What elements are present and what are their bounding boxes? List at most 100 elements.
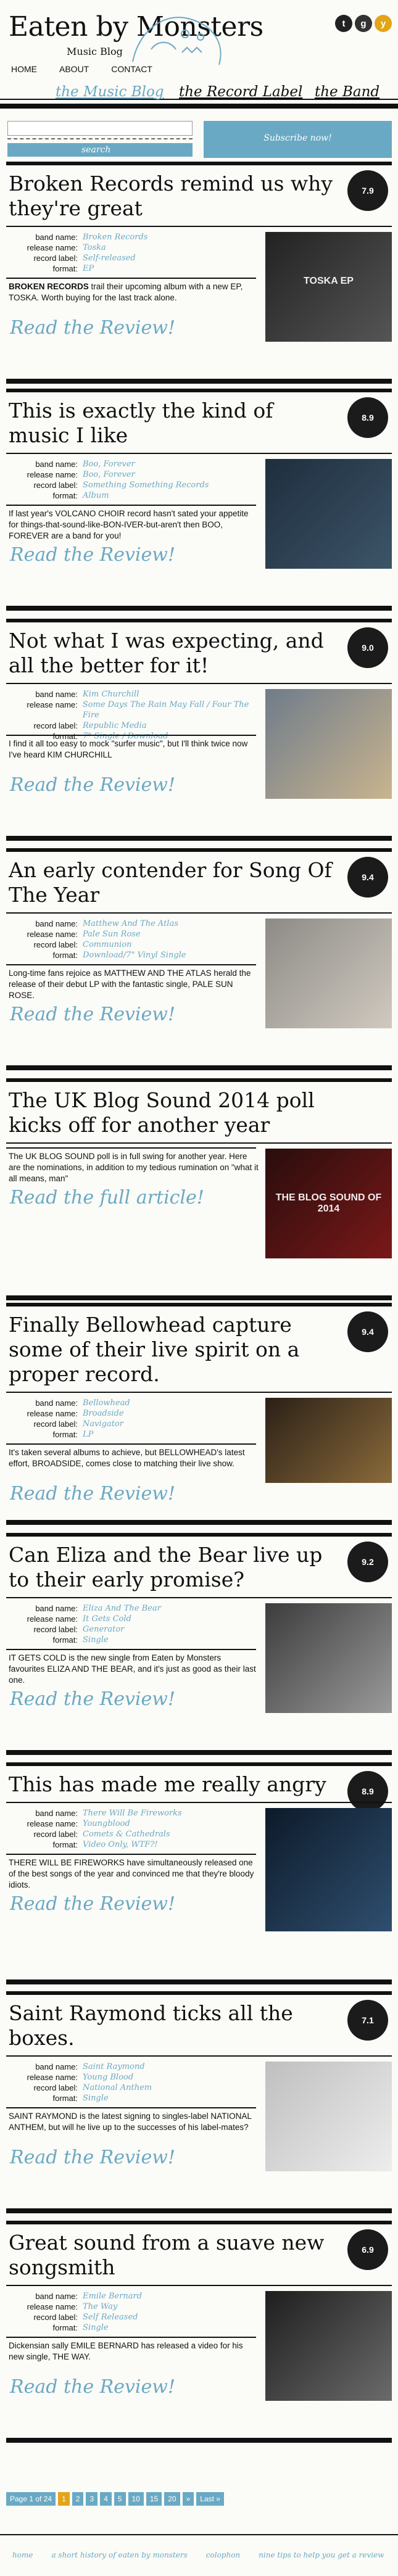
record-label[interactable]: Republic Media [83,720,146,731]
release-name[interactable]: Young Blood [83,2072,133,2083]
read-more-link[interactable]: Read the Review! [10,774,175,796]
footer-history[interactable]: a short history of eaten by monsters [51,2551,187,2559]
release-name[interactable]: Some Days The Rain May Fall / Four The F… [83,700,268,720]
band-name[interactable]: Saint Raymond [83,2062,145,2072]
release-name[interactable]: Toska [83,242,106,253]
record-label[interactable]: Self-released [83,253,136,263]
article-title[interactable]: This has made me really angry [9,1772,336,1797]
footer-tips[interactable]: nine tips to help you get a review [259,2551,384,2559]
article-title[interactable]: An early contender for Song Of The Year [9,858,336,907]
article-card: The UK Blog Sound 2014 poll kicks off fo… [6,1078,392,1300]
record-label[interactable]: National Anthem [83,2083,152,2093]
twitter-icon[interactable]: t [335,15,352,32]
release-name[interactable]: The Way [83,2301,117,2312]
release-name[interactable]: Youngblood [83,1818,130,1829]
label-release: release name: [27,1614,78,1624]
record-label[interactable]: Communion [83,939,132,950]
read-more-link[interactable]: Read the Review! [10,1004,175,1025]
article-thumbnail[interactable] [265,1603,392,1713]
article-title[interactable]: Saint Raymond ticks all the boxes. [9,2001,336,2050]
page-15[interactable]: 15 [146,2492,162,2506]
page-20[interactable]: 20 [164,2492,180,2506]
label-band: band name: [35,919,78,928]
article-thumbnail[interactable] [265,2291,392,2401]
band-name[interactable]: Bellowhead [83,1398,130,1408]
label-format: format: [52,1840,78,1849]
record-label[interactable]: Comets & Cathedrals [83,1829,170,1839]
search-input[interactable] [7,121,193,136]
band-name[interactable]: Eliza And The Bear [83,1603,161,1614]
release-name[interactable]: Boo, Forever [83,469,135,480]
nav-contact[interactable]: CONTACT [111,64,152,74]
article-thumbnail[interactable] [265,1808,392,1931]
release-format[interactable]: LP [83,1429,93,1440]
article-title[interactable]: Finally Bellowhead capture some of their… [9,1313,336,1387]
read-more-link[interactable]: Read the Review! [10,317,175,339]
page-10[interactable]: 10 [128,2492,144,2506]
google-icon[interactable]: g [355,15,372,32]
release-name[interactable]: Broadside [83,1408,124,1419]
article-thumbnail[interactable]: TOSKA EP [265,232,392,342]
article-excerpt: IT GETS COLD is the new single from Eate… [9,1653,259,1686]
article-thumbnail[interactable]: THE BLOG SOUND OF 2014 [265,1149,392,1258]
read-more-link[interactable]: Read the Review! [10,2376,175,2398]
subscribe-button[interactable]: Subscribe now! [204,121,392,158]
page-4[interactable]: 4 [100,2492,112,2506]
record-label[interactable]: Self Released [83,2312,138,2322]
record-label[interactable]: Something Something Records [83,480,209,490]
article-title[interactable]: This is exactly the kind of music I like [9,398,336,448]
page-3[interactable]: 3 [86,2492,98,2506]
search-button[interactable]: search [7,143,193,157]
read-more-link[interactable]: Read the Review! [10,1688,175,1710]
article-thumbnail[interactable] [265,1398,392,1483]
article-title[interactable]: Can Eliza and the Bear live up to their … [9,1543,336,1592]
read-more-link[interactable]: Read the Review! [10,1483,175,1505]
release-format[interactable]: EP [83,263,94,274]
release-format[interactable]: Download/7" Vinyl Single [83,950,186,960]
page-1[interactable]: 1 [58,2492,70,2506]
band-name[interactable]: Emile Bernard [83,2291,142,2301]
footer-nav: home a short history of eaten by monster… [12,2551,384,2559]
page-next[interactable]: » [182,2492,194,2506]
article-title[interactable]: Broken Records remind us why they're gre… [9,171,336,221]
read-more-link[interactable]: Read the Review! [10,1893,175,1915]
release-name[interactable]: It Gets Cold [83,1614,131,1624]
release-format[interactable]: Single [83,1635,109,1645]
nav-record-label[interactable]: the Record Label [179,84,302,100]
read-more-link[interactable]: Read the Review! [10,2147,175,2168]
article-excerpt: I find it all too easy to mock "surfer m… [9,738,259,761]
nav-music-blog[interactable]: the Music Blog [56,84,164,100]
band-name[interactable]: Boo, Forever [83,459,135,469]
article-thumbnail[interactable] [265,919,392,1028]
footer-home[interactable]: home [12,2551,33,2559]
article-thumbnail[interactable] [265,2062,392,2171]
article-thumbnail[interactable] [265,459,392,569]
article-thumbnail[interactable] [265,689,392,799]
record-label[interactable]: Navigator [83,1419,123,1429]
nav-band[interactable]: the Band [315,84,379,100]
nav-home[interactable]: HOME [11,64,37,74]
footer-colophon[interactable]: colophon [206,2551,240,2559]
read-more-link[interactable]: Read the full article! [10,1187,204,1208]
page-last[interactable]: Last » [196,2492,224,2506]
page-5[interactable]: 5 [114,2492,126,2506]
release-name[interactable]: Pale Sun Rose [83,929,141,939]
article-title[interactable]: Great sound from a suave new songsmith [9,2231,336,2280]
desc-rule [6,278,256,279]
article-title[interactable]: Not what I was expecting, and all the be… [9,629,336,678]
release-format[interactable]: Video Only, WTF?! [83,1839,158,1850]
band-name[interactable]: There Will Be Fireworks [83,1808,182,1818]
release-format[interactable]: Single [83,2093,109,2103]
band-name[interactable]: Kim Churchill [83,689,139,700]
article-title[interactable]: The UK Blog Sound 2014 poll kicks off fo… [9,1088,336,1137]
rss-icon[interactable]: y [375,15,392,32]
article-rule [6,2285,392,2286]
nav-about[interactable]: ABOUT [59,64,89,74]
release-format[interactable]: Album [83,490,109,501]
release-format[interactable]: Single [83,2322,109,2333]
read-more-link[interactable]: Read the Review! [10,544,175,566]
band-name[interactable]: Matthew And The Atlas [83,919,178,929]
record-label[interactable]: Generator [83,1624,124,1635]
band-name[interactable]: Broken Records [83,232,147,242]
page-2[interactable]: 2 [72,2492,84,2506]
